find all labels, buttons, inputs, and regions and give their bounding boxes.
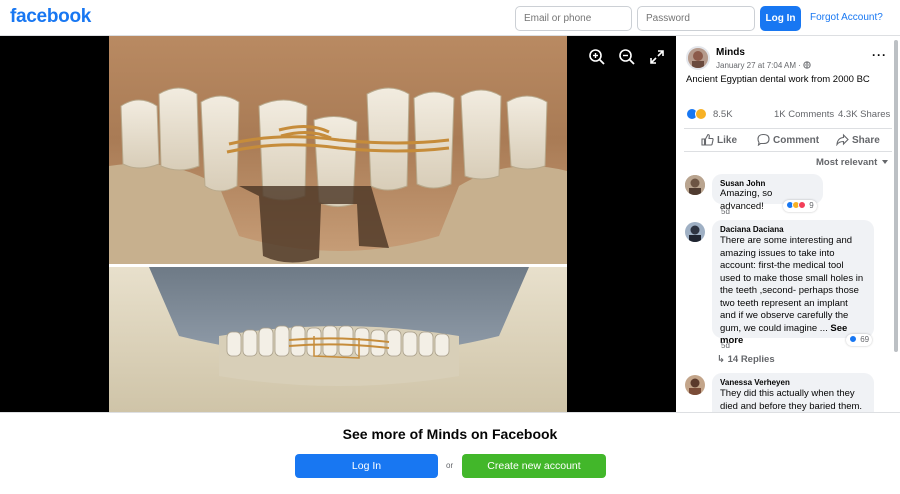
share-count[interactable]: 4.3K Shares — [838, 109, 890, 120]
zoom-in-icon[interactable] — [588, 48, 606, 66]
comment-bubble: Vanessa Verheyen They did this actually … — [712, 373, 874, 412]
share-label: Share — [852, 135, 880, 146]
avatar-image — [685, 375, 705, 395]
forgot-account-link[interactable]: Forgot Account? — [810, 12, 883, 23]
thumbs-up-icon — [701, 133, 714, 146]
share-arrow-icon — [836, 133, 849, 146]
comment-author[interactable]: Daciana Daciana — [720, 225, 866, 234]
post-actions: Like Comment Share — [684, 128, 892, 152]
facebook-logo[interactable]: facebook — [10, 6, 91, 28]
reply-arrow-icon: ↳ — [717, 354, 725, 365]
avatar-image — [685, 222, 705, 242]
post-photo[interactable] — [109, 36, 567, 412]
comment-author[interactable]: Susan John — [720, 179, 815, 188]
comment-sort-dropdown[interactable]: Most relevant — [816, 157, 877, 168]
zoom-out-icon[interactable] — [618, 48, 636, 66]
photo-viewer — [0, 36, 676, 412]
commenter-avatar[interactable] — [685, 222, 705, 242]
like-label: Like — [717, 135, 738, 146]
reaction-count: 8.5K — [713, 109, 733, 120]
panel-scrollbar[interactable] — [894, 40, 898, 352]
banner-login-button[interactable]: Log In — [295, 454, 438, 478]
more-options-icon[interactable]: ··· — [872, 48, 887, 62]
comment-label: Comment — [773, 135, 820, 146]
comment-author[interactable]: Vanessa Verheyen — [720, 378, 866, 387]
comment-text: There are some interesting and amazing i… — [720, 235, 866, 348]
post-time[interactable]: January 27 at 7:04 AM · — [716, 61, 801, 70]
page-avatar-image — [688, 48, 708, 68]
view-replies-link[interactable]: ↳ 14 Replies — [717, 354, 775, 365]
fullscreen-icon[interactable] — [648, 48, 666, 66]
comment-body: There are some interesting and amazing i… — [720, 235, 864, 334]
viewer-toolbar — [586, 48, 666, 68]
avatar-image — [685, 175, 705, 195]
wow-reaction-icon — [695, 108, 707, 120]
post-panel: Minds January 27 at 7:04 AM · ··· Ancien… — [676, 36, 900, 412]
comment-reactions[interactable]: 69 — [846, 334, 873, 346]
banner-or-text: or — [446, 461, 454, 470]
globe-icon — [803, 61, 811, 69]
page-name[interactable]: Minds — [716, 47, 745, 58]
commenter-avatar[interactable] — [685, 375, 705, 395]
comment-reaction-count: 9 — [809, 201, 814, 210]
commenter-avatar[interactable] — [685, 175, 705, 195]
like-reaction-icon — [849, 335, 857, 343]
create-account-button[interactable]: Create new account — [462, 454, 606, 478]
post-caption: Ancient Egyptian dental work from 2000 B… — [686, 74, 870, 85]
top-bar: facebook Log In Forgot Account? — [0, 0, 900, 36]
comment-time[interactable]: 5d — [721, 341, 730, 350]
banner-title: See more of Minds on Facebook — [342, 426, 558, 442]
login-button[interactable]: Log In — [760, 6, 801, 31]
dental-photo-illustration — [109, 36, 567, 412]
comment-count[interactable]: 1K Comments — [774, 109, 834, 120]
post-timestamp[interactable]: January 27 at 7:04 AM · — [716, 61, 811, 70]
replies-count: 14 Replies — [727, 354, 775, 365]
comment-bubble: Daciana Daciana There are some interesti… — [712, 220, 874, 346]
email-field[interactable] — [515, 6, 632, 31]
page-avatar[interactable] — [686, 46, 710, 70]
speech-bubble-icon — [757, 133, 770, 146]
comment-time[interactable]: 5d — [721, 207, 730, 216]
comment-text: They did this actually when they died an… — [720, 388, 863, 412]
comment-reaction-count: 69 — [860, 335, 870, 344]
chevron-down-icon[interactable] — [882, 160, 888, 164]
love-reaction-icon — [798, 201, 806, 209]
signup-banner: See more of Minds on Facebook Log In or … — [0, 412, 900, 494]
comment-reactions[interactable]: 9 — [783, 200, 817, 212]
password-field[interactable] — [637, 6, 755, 31]
